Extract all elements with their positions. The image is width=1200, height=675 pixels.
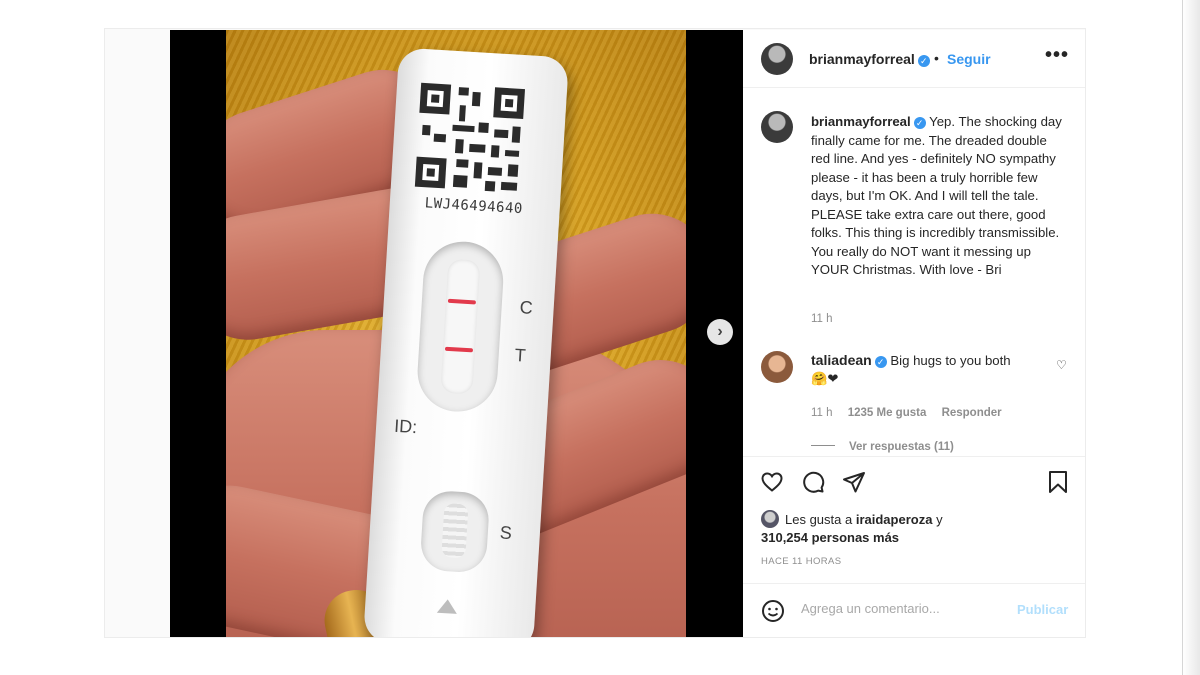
test-cassette: LWJ46494640 C T ID: S	[362, 47, 570, 637]
comment-icon[interactable]	[800, 469, 826, 495]
sample-pad	[441, 502, 469, 559]
smiley-icon[interactable]	[761, 599, 785, 628]
post-caption: brianmayforreal ✓ Yep. The shocking day f…	[811, 113, 1067, 280]
comment-item: taliadean ✓ Big hugs to you both 🤗❤	[811, 351, 1051, 388]
post-timestamp: HACE 11 HORAS	[761, 556, 842, 567]
follow-button[interactable]: Seguir	[947, 51, 991, 67]
comment-like-heart-icon[interactable]: ♡	[1056, 358, 1067, 372]
next-arrow-button[interactable]: ›	[707, 319, 733, 345]
comment-composer: Publicar	[743, 583, 1085, 637]
likes-summary: Les gusta a iraidaperoza y 310,254 perso…	[761, 510, 1071, 547]
test-line	[444, 346, 474, 353]
comment-text: Big hugs to you both	[890, 353, 1011, 368]
caption-avatar[interactable]	[761, 111, 793, 143]
verified-icon: ✓	[913, 117, 926, 129]
comment-likes[interactable]: 1235 Me gusta	[848, 407, 927, 419]
comment-time: 11 h	[811, 407, 833, 419]
test-strip	[440, 258, 481, 395]
post-header: brianmayforreal ✓ • Seguir •••	[743, 30, 1085, 88]
chevron-right-icon: ›	[717, 323, 723, 340]
sample-well	[419, 489, 491, 574]
likes-prefix: Les gusta a	[785, 512, 853, 527]
arrow-mark	[436, 598, 458, 614]
comment-input[interactable]	[801, 601, 1001, 616]
verified-icon: ✓	[917, 55, 930, 67]
caption-username[interactable]: brianmayforreal	[811, 114, 911, 129]
likes-count[interactable]: 310,254 personas más	[761, 530, 899, 545]
view-replies[interactable]: Ver respuestas (11)	[811, 441, 954, 453]
post-media[interactable]: LWJ46494640 C T ID: S	[170, 30, 743, 637]
id-label: ID:	[393, 415, 418, 438]
likes-connector: y	[936, 512, 943, 527]
result-window	[415, 239, 506, 414]
header-separator: •	[934, 50, 939, 66]
share-icon[interactable]	[841, 469, 867, 495]
more-options-icon[interactable]: •••	[1045, 44, 1069, 67]
liker-username[interactable]: iraidaperoza	[856, 512, 933, 527]
page-edge	[1182, 0, 1200, 675]
author-avatar[interactable]	[761, 43, 793, 75]
comment-username[interactable]: taliadean	[811, 352, 872, 368]
post-actions	[743, 456, 1085, 506]
author-name-row: brianmayforreal ✓	[809, 51, 930, 69]
qr-code	[414, 82, 526, 193]
view-replies-label: Ver respuestas (11)	[849, 441, 954, 453]
comment-avatar[interactable]	[761, 351, 793, 383]
sample-label: S	[499, 522, 513, 544]
heart-icon[interactable]	[759, 469, 785, 495]
liker-avatar	[761, 510, 779, 528]
comment-emojis: 🤗❤	[811, 371, 839, 386]
replies-dash	[811, 445, 835, 446]
test-label: T	[514, 345, 527, 366]
author-username[interactable]: brianmayforreal	[809, 51, 915, 67]
reply-button[interactable]: Responder	[942, 407, 1002, 419]
control-line	[447, 298, 477, 305]
caption-text: Yep. The shocking day finally came for m…	[811, 114, 1062, 277]
bookmark-icon[interactable]	[1045, 469, 1071, 495]
post-photo: LWJ46494640 C T ID: S	[226, 30, 686, 637]
verified-icon: ✓	[874, 356, 887, 368]
control-label: C	[519, 297, 534, 318]
test-lot-number: LWJ46494640	[424, 195, 524, 218]
publish-button[interactable]: Publicar	[1017, 602, 1068, 617]
comments-scroll[interactable]: brianmayforreal ✓ Yep. The shocking day f…	[743, 89, 1085, 480]
comment-meta: 11 h 1235 Me gusta Responder	[811, 407, 1014, 419]
caption-time: 11 h	[811, 313, 833, 325]
post-sidebar: brianmayforreal ✓ • Seguir ••• brianmayfo…	[743, 30, 1085, 637]
